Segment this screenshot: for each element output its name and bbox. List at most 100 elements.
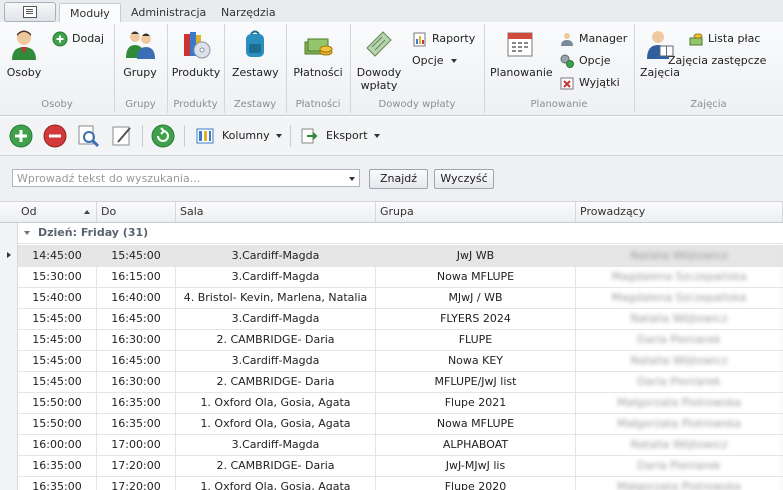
collapse-icon[interactable] bbox=[24, 231, 30, 235]
cell-do[interactable]: 16:15:00 bbox=[97, 266, 176, 287]
cell-grupa[interactable]: MFLUPE/JwJ list bbox=[376, 371, 576, 392]
cell-grupa[interactable]: Flupe 2021 bbox=[376, 392, 576, 413]
cell-prowadzacy[interactable]: Daria Pieniarek bbox=[576, 455, 783, 476]
cell-grupa[interactable]: Nowa MFLUPE bbox=[376, 413, 576, 434]
wyjatki-button[interactable]: Wyjątki bbox=[559, 74, 620, 92]
cell-prowadzacy[interactable]: Natalia Wójtowicz bbox=[576, 308, 783, 329]
table-row[interactable]: 16:00:00 17:00:00 3.Cardiff-Magda ALPHABOAT… bbox=[18, 434, 783, 456]
cell-grupa[interactable]: FLUPE bbox=[376, 329, 576, 350]
refresh-icon[interactable] bbox=[151, 124, 175, 148]
find-button[interactable]: Znajdź bbox=[369, 169, 428, 189]
cell-do[interactable]: 16:45:00 bbox=[97, 350, 176, 371]
cell-od[interactable]: 14:45:00 bbox=[18, 245, 97, 266]
cell-sala[interactable]: 3.Cardiff-Magda bbox=[176, 308, 376, 329]
cell-prowadzacy[interactable]: Natalia Wójtowicz bbox=[576, 245, 783, 266]
grupy-button[interactable]: Grupy bbox=[120, 28, 160, 79]
table-row[interactable]: 14:45:00 15:45:00 3.Cardiff-Magda JwJ WB Nat… bbox=[18, 245, 783, 267]
column-header-od[interactable]: Od bbox=[17, 202, 97, 222]
cell-sala[interactable]: 1. Oxford Ola, Gosia, Agata bbox=[176, 392, 376, 413]
cell-sala[interactable]: 3.Cardiff-Magda bbox=[176, 266, 376, 287]
cell-od[interactable]: 15:50:00 bbox=[18, 413, 97, 434]
cell-od[interactable]: 15:45:00 bbox=[18, 371, 97, 392]
preview-icon[interactable] bbox=[76, 124, 100, 148]
cell-do[interactable]: 16:40:00 bbox=[97, 287, 176, 308]
tab-administracja[interactable]: Administracja bbox=[121, 3, 216, 22]
cell-od[interactable]: 16:35:00 bbox=[18, 455, 97, 476]
cell-do[interactable]: 17:00:00 bbox=[97, 434, 176, 455]
cell-sala[interactable]: 3.Cardiff-Magda bbox=[176, 245, 376, 266]
cell-prowadzacy[interactable]: Magdalena Szczepańska bbox=[576, 266, 783, 287]
zestawy-button[interactable]: Zestawy bbox=[232, 28, 279, 79]
cell-grupa[interactable]: Flupe 2020 bbox=[376, 476, 576, 490]
cell-od[interactable]: 15:50:00 bbox=[18, 392, 97, 413]
group-row-friday[interactable]: Dzień: Friday (31) bbox=[18, 223, 783, 244]
edit-icon[interactable] bbox=[110, 124, 134, 148]
cell-grupa[interactable]: Nowa KEY bbox=[376, 350, 576, 371]
cell-prowadzacy[interactable]: Małgorzata Piotrowska bbox=[576, 476, 783, 490]
table-row[interactable]: 15:50:00 16:35:00 1. Oxford Ola, Gosia, Ag… bbox=[18, 392, 783, 414]
cell-sala[interactable]: 1. Oxford Ola, Gosia, Agata bbox=[176, 413, 376, 434]
delete-record-icon[interactable] bbox=[43, 124, 67, 148]
zajecia-zastepcze-button[interactable]: Zajęcia zastępcze bbox=[668, 52, 766, 70]
cell-prowadzacy[interactable]: Daria Pieniarek bbox=[576, 371, 783, 392]
tab-narzedzia[interactable]: Narzędzia bbox=[211, 3, 286, 22]
cell-sala[interactable]: 2. CAMBRIDGE- Daria bbox=[176, 455, 376, 476]
cell-prowadzacy[interactable]: Magdalena Szczepańska bbox=[576, 287, 783, 308]
raporty-button[interactable]: Raporty bbox=[412, 30, 475, 48]
cell-od[interactable]: 15:30:00 bbox=[18, 266, 97, 287]
eksport-dropdown[interactable]: Eksport bbox=[300, 126, 381, 146]
cell-sala[interactable]: 1. Oxford Ola, Gosia, Agata bbox=[176, 476, 376, 490]
add-record-icon[interactable] bbox=[9, 124, 33, 148]
lista-plac-button[interactable]: Lista płac bbox=[688, 30, 760, 48]
cell-od[interactable]: 16:35:00 bbox=[18, 476, 97, 490]
cell-od[interactable]: 15:40:00 bbox=[18, 287, 97, 308]
cell-grupa[interactable]: Nowa MFLUPE bbox=[376, 266, 576, 287]
cell-grupa[interactable]: JwJ WB bbox=[376, 245, 576, 266]
cell-sala[interactable]: 2. CAMBRIDGE- Daria bbox=[176, 329, 376, 350]
produkty-button[interactable]: Produkty bbox=[171, 28, 221, 79]
column-header-sala[interactable]: Sala bbox=[176, 202, 376, 222]
clear-button[interactable]: Wyczyść bbox=[434, 169, 494, 189]
platnosci-button[interactable]: Płatności bbox=[292, 28, 344, 79]
cell-do[interactable]: 16:45:00 bbox=[97, 308, 176, 329]
column-header-do[interactable]: Do bbox=[97, 202, 176, 222]
dowody-wplaty-button[interactable]: Dowody wpłaty bbox=[356, 28, 402, 92]
cell-prowadzacy[interactable]: Małgorzata Piotrowska bbox=[576, 413, 783, 434]
column-header-grupa[interactable]: Grupa bbox=[376, 202, 576, 222]
cell-prowadzacy[interactable]: Małgorzata Piotrowska bbox=[576, 392, 783, 413]
cell-od[interactable]: 15:45:00 bbox=[18, 350, 97, 371]
cell-do[interactable]: 16:30:00 bbox=[97, 329, 176, 350]
kolumny-dropdown[interactable]: Kolumny bbox=[196, 126, 283, 146]
cell-do[interactable]: 16:35:00 bbox=[97, 392, 176, 413]
opcje-dropdown[interactable]: Opcje bbox=[412, 52, 458, 70]
cell-do[interactable]: 17:20:00 bbox=[97, 476, 176, 490]
cell-od[interactable]: 16:00:00 bbox=[18, 434, 97, 455]
application-menu-button[interactable] bbox=[4, 2, 56, 22]
manager-button[interactable]: Manager bbox=[559, 30, 627, 48]
cell-do[interactable]: 17:20:00 bbox=[97, 455, 176, 476]
cell-grupa[interactable]: ALPHABOAT bbox=[376, 434, 576, 455]
cell-do[interactable]: 16:35:00 bbox=[97, 413, 176, 434]
dodaj-button[interactable]: Dodaj bbox=[52, 30, 104, 48]
table-row[interactable]: 15:50:00 16:35:00 1. Oxford Ola, Gosia, Ag… bbox=[18, 413, 783, 435]
cell-grupa[interactable]: MJwJ / WB bbox=[376, 287, 576, 308]
table-row[interactable]: 15:40:00 16:40:00 4. Bristol- Kevin, Marle… bbox=[18, 287, 783, 309]
cell-sala[interactable]: 2. CAMBRIDGE- Daria bbox=[176, 371, 376, 392]
table-row[interactable]: 15:45:00 16:30:00 2. CAMBRIDGE- Daria MFLUP… bbox=[18, 371, 783, 393]
cell-sala[interactable]: 3.Cardiff-Magda bbox=[176, 434, 376, 455]
table-row[interactable]: 15:30:00 16:15:00 3.Cardiff-Magda Nowa MFLU… bbox=[18, 266, 783, 288]
table-row[interactable]: 15:45:00 16:45:00 3.Cardiff-Magda FLYERS 20… bbox=[18, 308, 783, 330]
cell-od[interactable]: 15:45:00 bbox=[18, 308, 97, 329]
cell-sala[interactable]: 4. Bristol- Kevin, Marlena, Natalia bbox=[176, 287, 376, 308]
cell-sala[interactable]: 3.Cardiff-Magda bbox=[176, 350, 376, 371]
cell-prowadzacy[interactable]: Daria Pieniarek bbox=[576, 329, 783, 350]
osoby-button[interactable]: Osoby bbox=[4, 28, 44, 79]
column-header-prowadzacy[interactable]: Prowadzący bbox=[576, 202, 783, 222]
table-row[interactable]: 16:35:00 17:20:00 1. Oxford Ola, Gosia, Ag… bbox=[18, 476, 783, 490]
dropdown-arrow-icon[interactable] bbox=[349, 177, 355, 181]
cell-prowadzacy[interactable]: Natalia Wójtowicz bbox=[576, 350, 783, 371]
tab-moduly[interactable]: Moduły bbox=[59, 3, 121, 24]
cell-do[interactable]: 16:30:00 bbox=[97, 371, 176, 392]
cell-grupa[interactable]: JwJ-MJwJ lis bbox=[376, 455, 576, 476]
cell-grupa[interactable]: FLYERS 2024 bbox=[376, 308, 576, 329]
